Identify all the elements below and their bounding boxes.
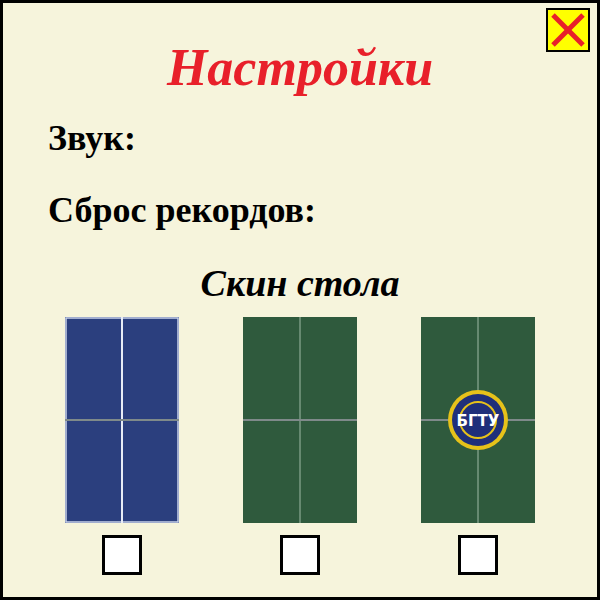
svg-text:БГТУ: БГТУ <box>457 412 500 430</box>
skin-checkbox[interactable] <box>102 535 142 575</box>
table-skin-icon[interactable] <box>243 317 357 523</box>
skin-option: БГТУ <box>389 317 567 575</box>
setting-label: Сброс рекордов: <box>3 188 597 232</box>
skin-checkbox[interactable] <box>458 535 498 575</box>
table-skin-icon[interactable] <box>65 317 179 523</box>
skin-option <box>33 317 211 575</box>
settings-window: Настройки Звук: Сброс рекордов: Скин стола Б… <box>0 0 600 600</box>
setting-label: Звук: <box>3 116 597 160</box>
table-skin-icon[interactable]: БГТУ <box>421 317 535 523</box>
close-button[interactable] <box>546 8 590 52</box>
skin-title: Скин стола <box>3 261 597 305</box>
window-title: Настройки <box>3 40 597 96</box>
skin-option <box>211 317 389 575</box>
skin-checkbox[interactable] <box>280 535 320 575</box>
skin-row: БГТУ <box>3 317 597 575</box>
close-icon[interactable] <box>550 12 586 48</box>
